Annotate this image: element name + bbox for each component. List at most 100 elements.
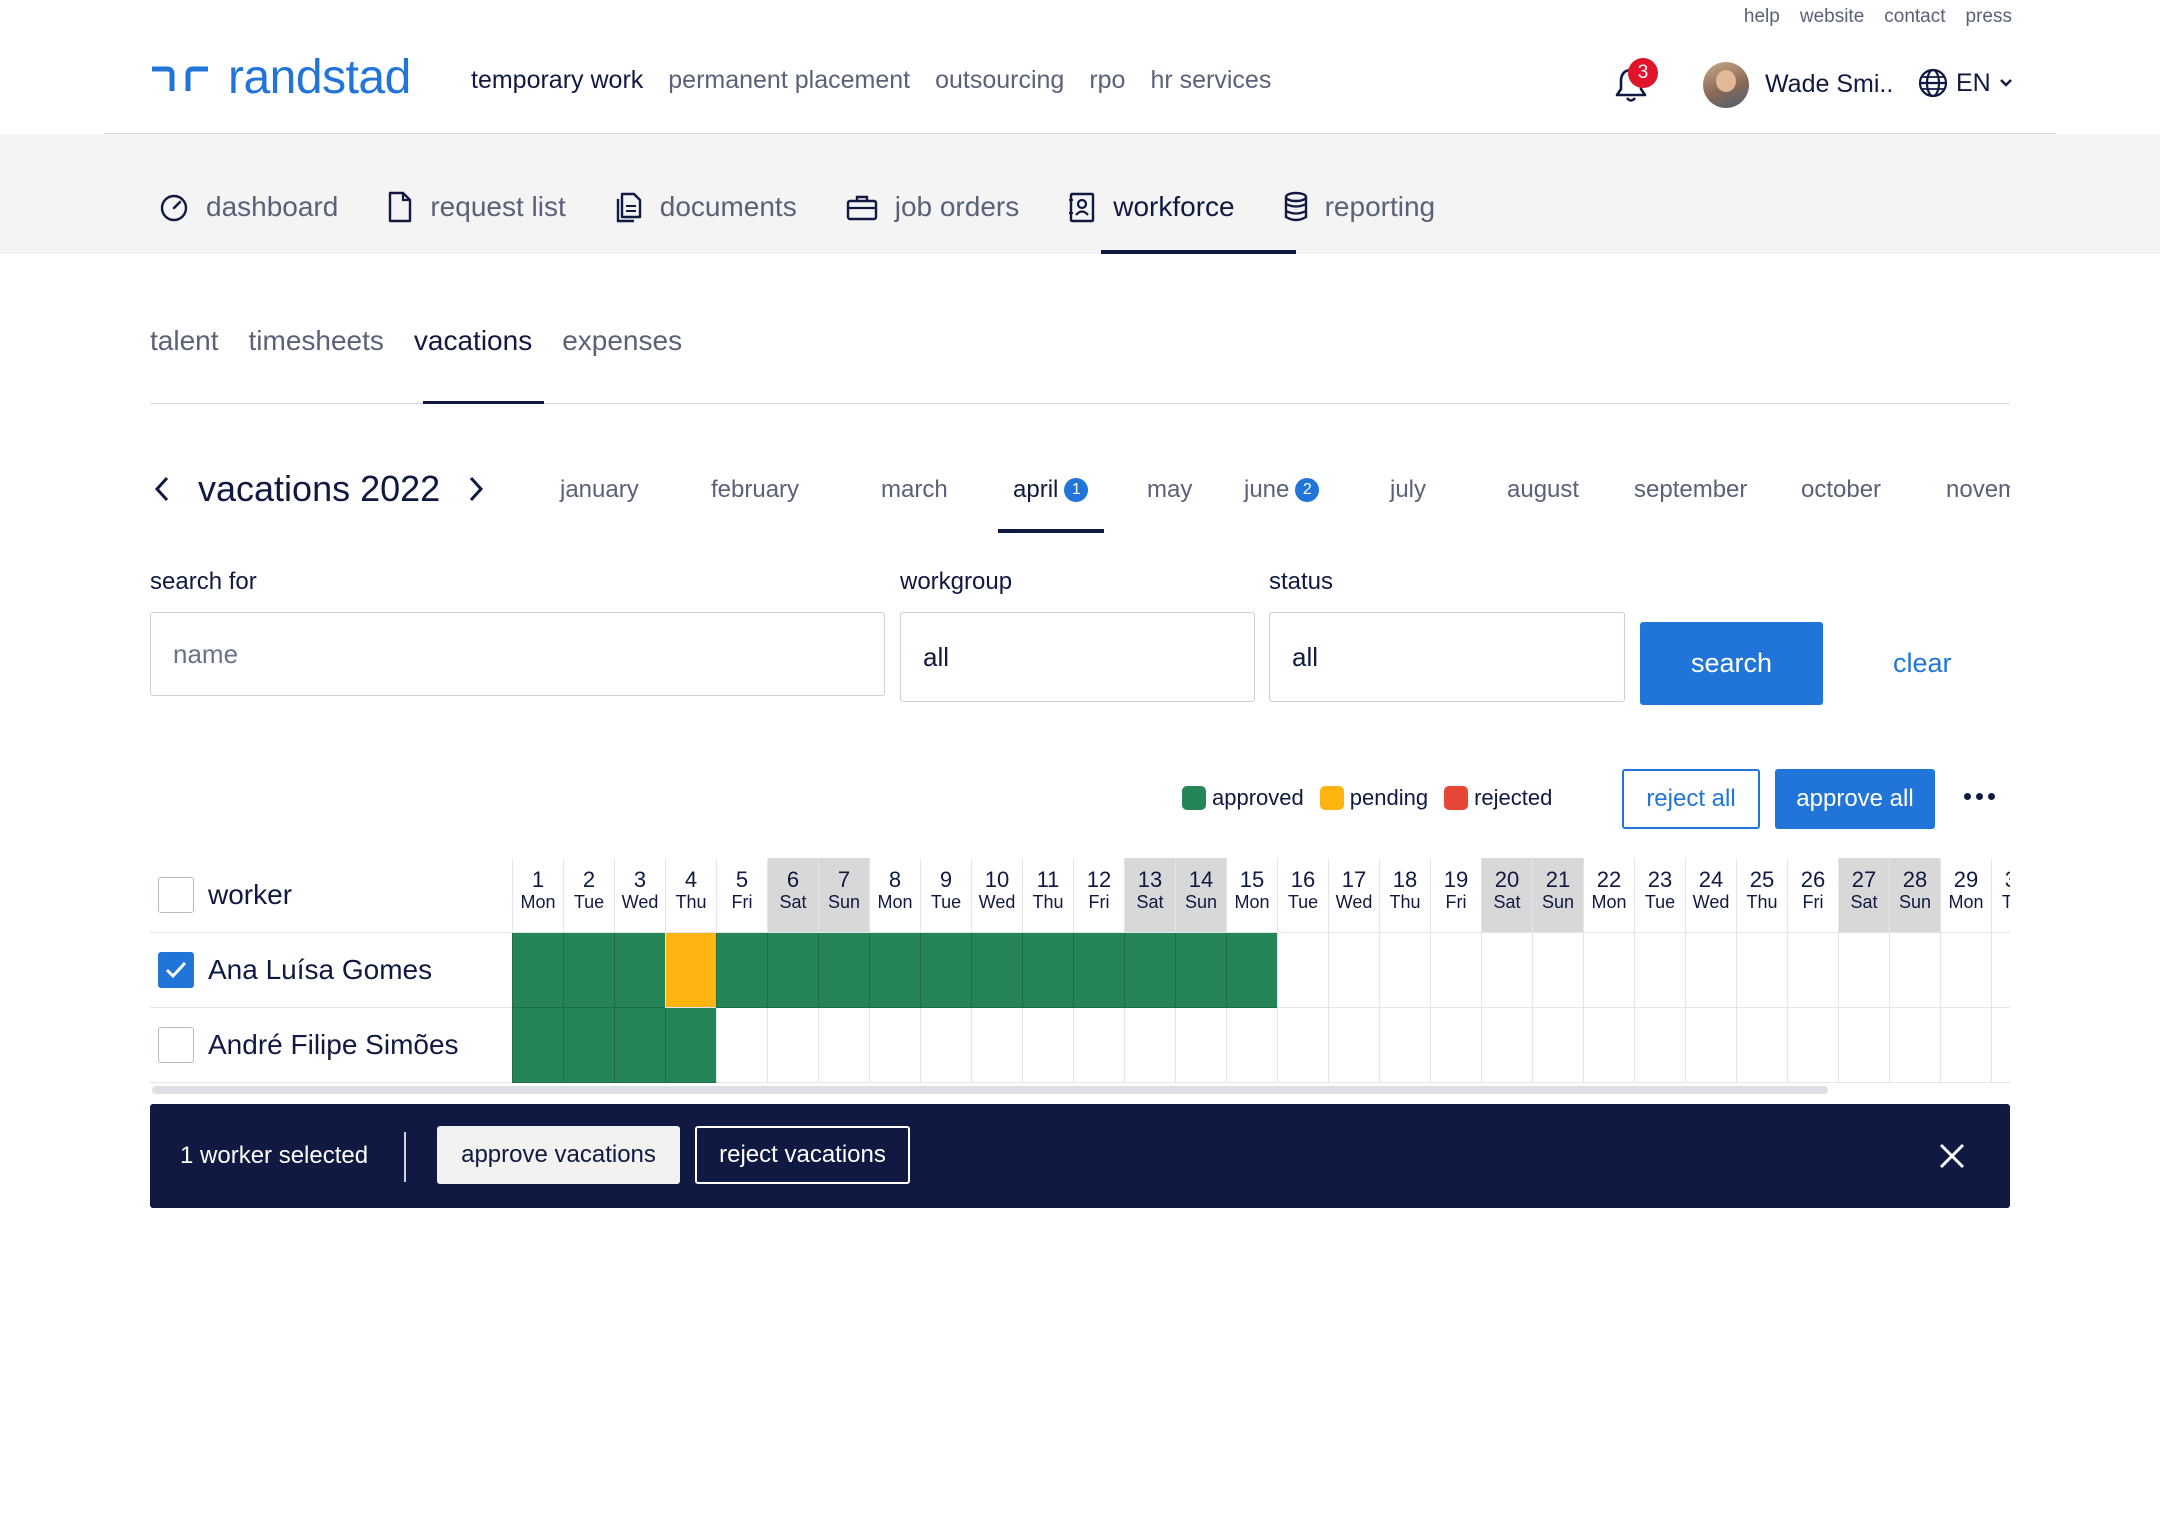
vacation-cell-empty[interactable] bbox=[716, 1008, 767, 1083]
vacation-cell-approved[interactable] bbox=[563, 1008, 614, 1083]
vacation-cell-approved[interactable] bbox=[1175, 933, 1226, 1008]
vacation-cell-empty[interactable] bbox=[1634, 933, 1685, 1008]
vacation-cell-approved[interactable] bbox=[614, 933, 665, 1008]
horizontal-scrollbar[interactable] bbox=[152, 1086, 1828, 1094]
vacation-cell-empty[interactable] bbox=[767, 1008, 818, 1083]
vacation-cell-approved[interactable] bbox=[614, 1008, 665, 1083]
tab-expenses[interactable]: expenses bbox=[562, 325, 682, 357]
module-request-list[interactable]: request list bbox=[386, 190, 566, 224]
module-job-orders[interactable]: job orders bbox=[845, 190, 1019, 224]
vacation-cell-approved[interactable] bbox=[1124, 933, 1175, 1008]
vacation-cell-empty[interactable] bbox=[1736, 1008, 1787, 1083]
main-nav-outsourcing[interactable]: outsourcing bbox=[935, 66, 1064, 95]
module-workforce[interactable]: workforce bbox=[1067, 190, 1235, 224]
vacation-cell-empty[interactable] bbox=[1940, 1008, 1991, 1083]
module-dashboard[interactable]: dashboard bbox=[158, 190, 338, 224]
module-reporting[interactable]: reporting bbox=[1283, 190, 1435, 224]
vacation-cell-approved[interactable] bbox=[512, 933, 563, 1008]
utility-link-contact[interactable]: contact bbox=[1884, 6, 1945, 28]
month-tab-july[interactable]: july bbox=[1390, 476, 1426, 504]
worker-name[interactable]: André Filipe Simões bbox=[208, 1029, 459, 1061]
tab-vacations[interactable]: vacations bbox=[414, 325, 532, 357]
vacation-cell-empty[interactable] bbox=[1787, 933, 1838, 1008]
reject-vacations-button[interactable]: reject vacations bbox=[695, 1126, 910, 1184]
vacation-cell-empty[interactable] bbox=[1991, 1008, 2010, 1083]
vacation-cell-approved[interactable] bbox=[1226, 933, 1277, 1008]
avatar[interactable] bbox=[1703, 62, 1749, 108]
vacation-cell-empty[interactable] bbox=[1277, 1008, 1328, 1083]
vacation-cell-empty[interactable] bbox=[1940, 933, 1991, 1008]
vacation-cell-approved[interactable] bbox=[1022, 933, 1073, 1008]
vacation-cell-empty[interactable] bbox=[818, 1008, 869, 1083]
vacation-cell-empty[interactable] bbox=[1532, 933, 1583, 1008]
worker-checkbox[interactable] bbox=[158, 952, 194, 988]
workgroup-select[interactable]: all bbox=[900, 612, 1255, 702]
vacation-cell-pending[interactable] bbox=[665, 933, 716, 1008]
vacation-cell-approved[interactable] bbox=[512, 1008, 563, 1083]
vacation-cell-empty[interactable] bbox=[1226, 1008, 1277, 1083]
approve-all-button[interactable]: approve all bbox=[1775, 769, 1935, 829]
vacation-cell-empty[interactable] bbox=[1022, 1008, 1073, 1083]
month-tab-april[interactable]: april 1 bbox=[1013, 476, 1089, 504]
vacation-cell-empty[interactable] bbox=[971, 1008, 1022, 1083]
utility-link-help[interactable]: help bbox=[1744, 6, 1780, 28]
main-nav-rpo[interactable]: rpo bbox=[1089, 66, 1125, 95]
utility-link-press[interactable]: press bbox=[1966, 6, 2012, 28]
vacation-cell-empty[interactable] bbox=[1379, 933, 1430, 1008]
month-tab-june[interactable]: june 2 bbox=[1244, 476, 1320, 504]
search-input[interactable]: name bbox=[150, 612, 885, 696]
brand-logo[interactable]: randstad bbox=[150, 50, 411, 105]
vacation-cell-approved[interactable] bbox=[716, 933, 767, 1008]
select-all-checkbox[interactable] bbox=[158, 877, 194, 913]
vacation-cell-approved[interactable] bbox=[920, 933, 971, 1008]
vacation-cell-empty[interactable] bbox=[1787, 1008, 1838, 1083]
worker-checkbox[interactable] bbox=[158, 1027, 194, 1063]
vacation-cell-empty[interactable] bbox=[1889, 1008, 1940, 1083]
month-tab-october[interactable]: october bbox=[1801, 476, 1881, 504]
vacation-cell-empty[interactable] bbox=[1583, 1008, 1634, 1083]
vacation-cell-empty[interactable] bbox=[1634, 1008, 1685, 1083]
worker-name[interactable]: Ana Luísa Gomes bbox=[208, 954, 432, 986]
vacation-cell-empty[interactable] bbox=[1430, 933, 1481, 1008]
vacation-cell-empty[interactable] bbox=[1532, 1008, 1583, 1083]
vacation-cell-empty[interactable] bbox=[869, 1008, 920, 1083]
vacation-cell-empty[interactable] bbox=[1685, 933, 1736, 1008]
month-tab-may[interactable]: may bbox=[1147, 476, 1192, 504]
month-tab-september[interactable]: september bbox=[1634, 476, 1747, 504]
clear-button[interactable]: clear bbox=[1893, 648, 1952, 679]
month-tab-november[interactable]: november bbox=[1946, 476, 2010, 504]
vacation-cell-empty[interactable] bbox=[1328, 1008, 1379, 1083]
chevron-left-icon[interactable] bbox=[152, 474, 172, 504]
tab-timesheets[interactable]: timesheets bbox=[249, 325, 384, 357]
vacation-cell-empty[interactable] bbox=[1481, 1008, 1532, 1083]
main-nav-permanent-placement[interactable]: permanent placement bbox=[668, 66, 910, 95]
user-name[interactable]: Wade Smi.. bbox=[1765, 70, 1893, 99]
module-documents[interactable]: documents bbox=[614, 190, 797, 224]
vacation-cell-approved[interactable] bbox=[1073, 933, 1124, 1008]
vacation-cell-empty[interactable] bbox=[1124, 1008, 1175, 1083]
reject-all-button[interactable]: reject all bbox=[1622, 769, 1760, 829]
month-tab-january[interactable]: january bbox=[560, 476, 639, 504]
status-select[interactable]: all bbox=[1269, 612, 1625, 702]
approve-vacations-button[interactable]: approve vacations bbox=[437, 1126, 680, 1184]
search-button[interactable]: search bbox=[1640, 622, 1823, 705]
month-tab-february[interactable]: february bbox=[711, 476, 799, 504]
vacation-cell-empty[interactable] bbox=[920, 1008, 971, 1083]
chevron-right-icon[interactable] bbox=[466, 474, 486, 504]
vacation-cell-approved[interactable] bbox=[869, 933, 920, 1008]
vacation-cell-empty[interactable] bbox=[1838, 933, 1889, 1008]
month-tab-march[interactable]: march bbox=[881, 476, 948, 504]
vacation-cell-empty[interactable] bbox=[1277, 933, 1328, 1008]
vacation-cell-empty[interactable] bbox=[1430, 1008, 1481, 1083]
vacation-cell-empty[interactable] bbox=[1583, 933, 1634, 1008]
vacation-cell-empty[interactable] bbox=[1379, 1008, 1430, 1083]
vacation-cell-empty[interactable] bbox=[1991, 933, 2010, 1008]
language-selector[interactable]: EN bbox=[1918, 68, 2013, 98]
vacation-cell-empty[interactable] bbox=[1481, 933, 1532, 1008]
vacation-cell-empty[interactable] bbox=[1889, 933, 1940, 1008]
vacation-cell-empty[interactable] bbox=[1328, 933, 1379, 1008]
vacation-cell-empty[interactable] bbox=[1736, 933, 1787, 1008]
close-icon[interactable] bbox=[1936, 1140, 1968, 1172]
vacation-cell-approved[interactable] bbox=[563, 933, 614, 1008]
vacation-cell-empty[interactable] bbox=[1073, 1008, 1124, 1083]
